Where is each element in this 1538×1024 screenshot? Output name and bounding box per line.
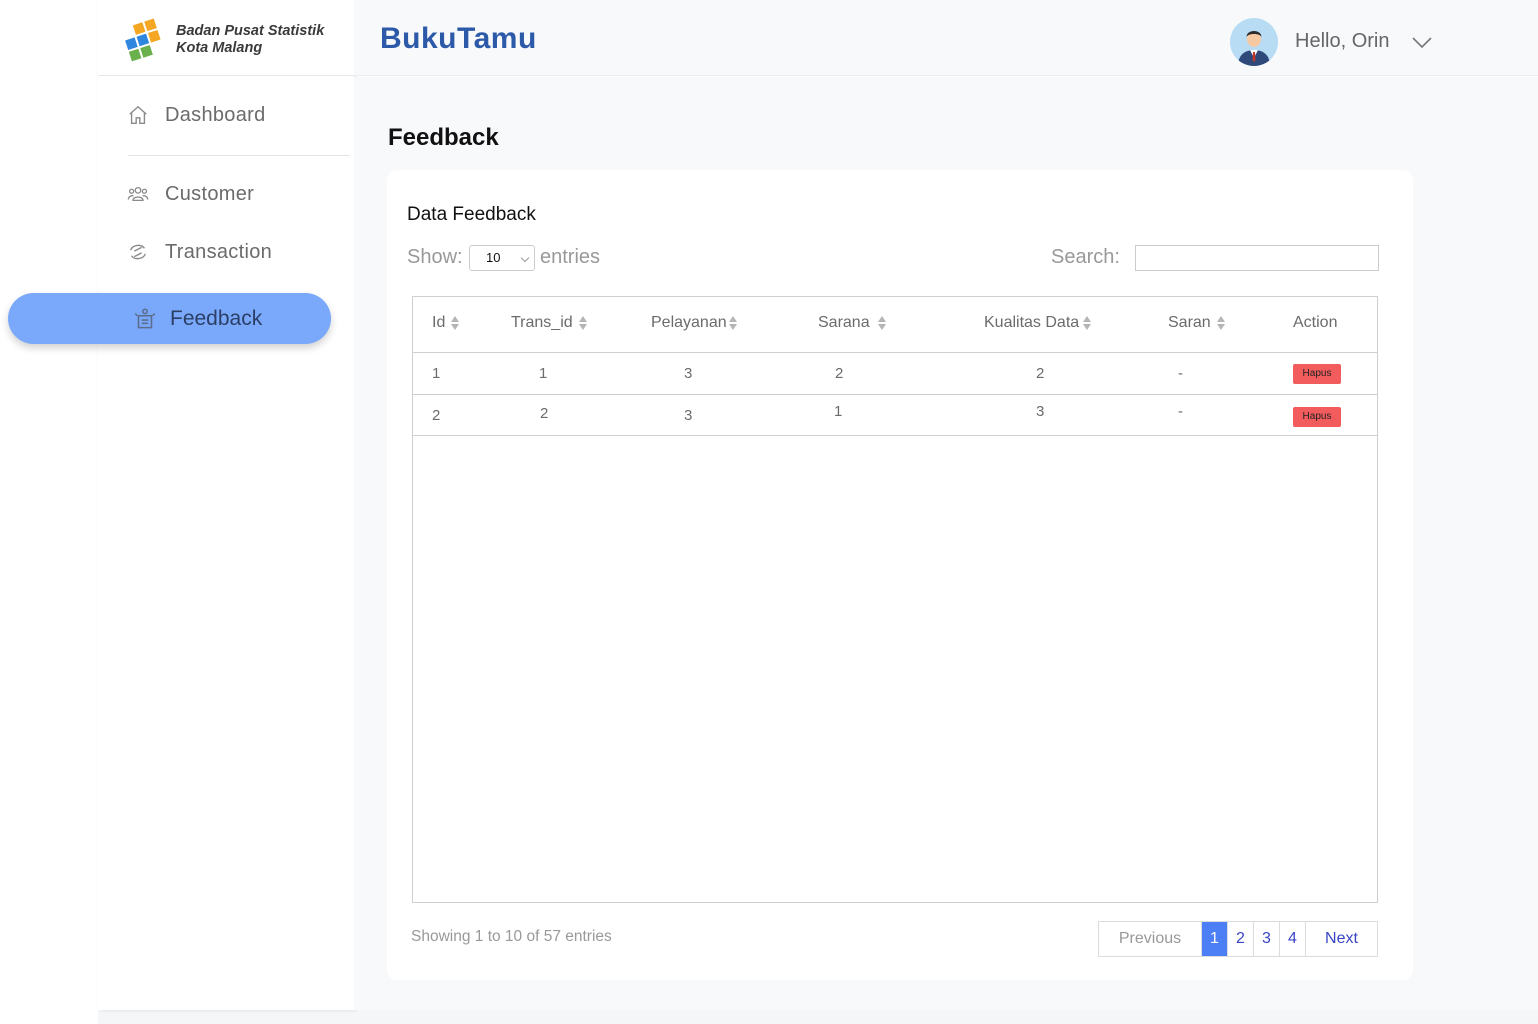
page-button-4[interactable]: 4: [1279, 922, 1305, 956]
cell-sarana: 1: [834, 403, 843, 420]
column-header-label: Trans_id: [511, 314, 573, 331]
cell-kualitas-data: 2: [1036, 365, 1045, 382]
column-header-label: Saran: [1168, 314, 1211, 331]
column-header-sarana[interactable]: Sarana: [818, 314, 886, 332]
previous-button[interactable]: Previous: [1099, 922, 1201, 956]
cell-id: 2: [432, 407, 441, 424]
sidebar-item-feedback[interactable]: Feedback: [8, 293, 331, 344]
column-header-trans-id[interactable]: Trans_id: [511, 314, 587, 332]
org-name-line1: Badan Pusat Statistik: [176, 23, 325, 39]
sort-icon: [451, 316, 460, 330]
cell-pelayanan: 3: [684, 407, 693, 424]
feedback-icon: [132, 306, 158, 332]
page-button-2[interactable]: 2: [1227, 922, 1253, 956]
entries-label: entries: [540, 246, 601, 268]
cell-pelayanan: 3: [684, 365, 693, 382]
next-button[interactable]: Next: [1305, 922, 1377, 956]
sidebar-item-label: Customer: [165, 182, 255, 205]
cell-saran: -: [1178, 403, 1183, 420]
delete-button[interactable]: Hapus: [1293, 407, 1341, 427]
feedback-table: [412, 296, 1378, 903]
column-header-action: Action: [1293, 314, 1337, 332]
cell-trans-id: 1: [539, 365, 548, 382]
user-avatar[interactable]: [1230, 18, 1278, 66]
cell-sarana: 2: [835, 365, 844, 382]
cell-id: 1: [432, 365, 441, 382]
chevron-down-icon[interactable]: [1410, 32, 1434, 52]
page-size-select[interactable]: 10: [469, 245, 535, 271]
row-divider: [413, 394, 1377, 395]
column-header-label: Id: [432, 314, 446, 331]
page-title: Feedback: [388, 124, 499, 151]
column-header-saran[interactable]: Saran: [1168, 314, 1225, 332]
sidebar-item-transaction[interactable]: Transaction: [125, 239, 272, 265]
column-header-label: Sarana: [818, 314, 870, 331]
delete-button[interactable]: Hapus: [1293, 364, 1341, 384]
avatar-icon: [1230, 18, 1278, 66]
bps-logo-icon: [125, 18, 161, 62]
sort-icon: [1083, 316, 1092, 330]
logo-divider: [98, 75, 354, 76]
column-header-id[interactable]: Id: [432, 314, 460, 332]
sort-icon: [877, 316, 886, 330]
page-button-1[interactable]: 1: [1201, 922, 1227, 956]
sort-icon: [1216, 316, 1225, 330]
user-greeting: Hello, Orin: [1295, 30, 1390, 52]
sidebar-item-label: Feedback: [170, 306, 263, 330]
users-icon: [125, 181, 151, 207]
table-info: Showing 1 to 10 of 57 entries: [411, 928, 612, 945]
column-header-label: Action: [1293, 314, 1338, 331]
search-input[interactable]: [1135, 245, 1379, 271]
column-header-label: Pelayanan: [651, 314, 727, 331]
card-title: Data Feedback: [407, 204, 536, 225]
sort-icon: [728, 316, 737, 330]
cell-kualitas-data: 3: [1036, 403, 1045, 420]
page-size-value: 10: [486, 250, 501, 265]
cell-saran: -: [1178, 365, 1183, 382]
nav-divider: [128, 155, 350, 156]
cell-trans-id: 2: [540, 405, 549, 422]
exchange-icon: [125, 239, 151, 265]
sidebar-item-label: Transaction: [165, 240, 273, 263]
chevron-down-icon: [520, 253, 530, 263]
page-button-3[interactable]: 3: [1253, 922, 1279, 956]
sidebar-item-customer[interactable]: Customer: [125, 181, 254, 207]
sidebar-item-dashboard[interactable]: Dashboard: [125, 102, 266, 128]
sidebar-item-label: Dashboard: [165, 103, 266, 126]
page-background: [98, 1010, 1538, 1024]
column-header-kualitas-data[interactable]: Kualitas Data: [984, 314, 1092, 332]
column-header-label: Kualitas Data: [984, 314, 1080, 331]
home-icon: [125, 102, 151, 128]
search-label: Search:: [1051, 246, 1120, 268]
sidebar: [98, 0, 354, 1010]
org-name-line2: Kota Malang: [176, 40, 263, 56]
pagination: Previous 1 2 3 4 Next: [1098, 921, 1378, 957]
show-label: Show:: [407, 246, 463, 268]
column-header-pelayanan[interactable]: Pelayanan: [651, 314, 737, 332]
org-logo: Badan Pusat Statistik Kota Malang: [120, 18, 350, 62]
sort-icon: [578, 316, 587, 330]
row-divider: [413, 435, 1377, 436]
app-brand[interactable]: BukuTamu: [380, 22, 537, 56]
org-name: Badan Pusat Statistik Kota Malang: [176, 23, 324, 57]
